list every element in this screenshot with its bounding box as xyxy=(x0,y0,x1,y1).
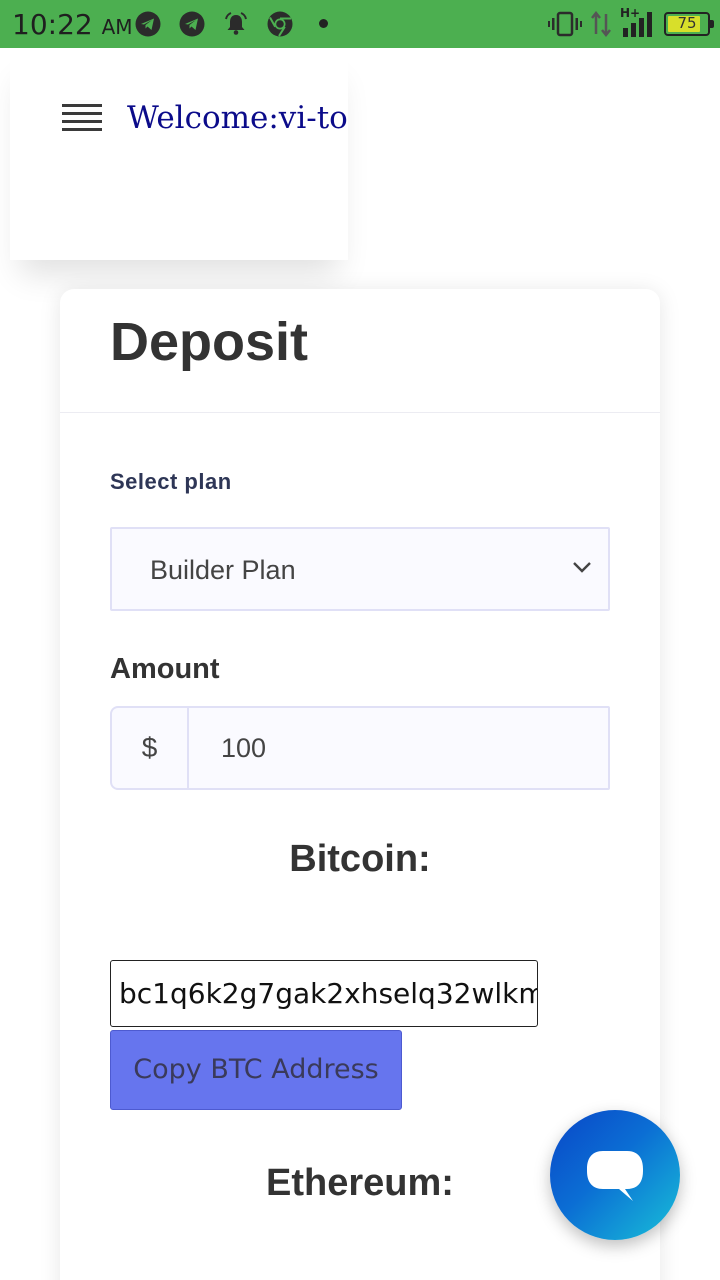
chat-button[interactable] xyxy=(550,1110,680,1240)
btc-address-field[interactable] xyxy=(110,960,538,1027)
page-title: Deposit xyxy=(110,312,309,372)
welcome-text: Welcome:vi-tok xyxy=(127,100,348,136)
battery-icon: 75 xyxy=(664,12,714,36)
notification-dot xyxy=(319,19,328,28)
alarm-icon xyxy=(225,12,247,35)
amount-label: Amount xyxy=(110,653,220,685)
menu-icon[interactable] xyxy=(62,104,102,132)
amount-field-group: $ xyxy=(110,706,610,790)
bitcoin-heading: Bitcoin: xyxy=(289,838,431,880)
status-bar: 10:22 AM H+ 75 xyxy=(0,0,720,48)
plan-select[interactable]: Builder Plan xyxy=(110,527,610,611)
signal-icon: H+ xyxy=(620,6,656,38)
chat-bubble-icon xyxy=(587,1151,643,1201)
copy-btc-button[interactable]: Copy BTC Address xyxy=(110,1030,402,1110)
status-right-icons: H+ 75 xyxy=(548,6,714,40)
chrome-icon xyxy=(267,11,293,37)
select-plan-label: Select plan xyxy=(110,469,232,494)
status-ampm: AM xyxy=(101,15,133,39)
top-header: Welcome:vi-tok xyxy=(10,48,348,188)
divider xyxy=(60,412,660,413)
data-arrows-icon xyxy=(591,10,611,38)
status-clock: 10:22 xyxy=(12,8,93,41)
plan-select-value: Builder Plan xyxy=(150,555,296,585)
currency-prefix: $ xyxy=(112,708,189,788)
telegram-icon xyxy=(179,11,205,37)
vibrate-icon xyxy=(548,11,582,37)
status-time: 10:22 AM xyxy=(12,8,133,41)
amount-input[interactable] xyxy=(191,708,608,788)
battery-level: 75 xyxy=(677,14,697,32)
telegram-icon xyxy=(135,11,161,37)
chevron-down-icon xyxy=(573,562,591,573)
